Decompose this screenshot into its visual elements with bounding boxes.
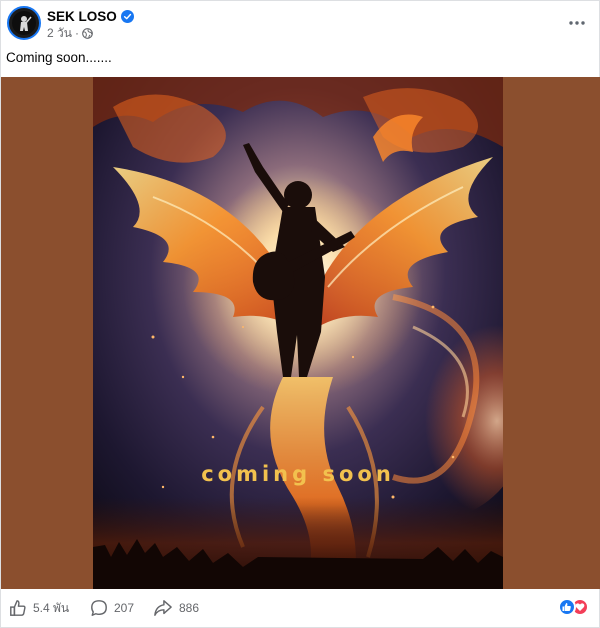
more-options-icon[interactable]	[567, 13, 587, 33]
share-count: 886	[179, 601, 200, 615]
comment-button[interactable]: 207	[90, 598, 134, 618]
reaction-summary[interactable]	[558, 598, 590, 616]
globe-icon[interactable]	[82, 27, 93, 39]
post-text: Coming soon.......	[6, 50, 112, 65]
thumbs-up-icon	[10, 600, 26, 616]
comment-bubble-icon	[91, 600, 107, 616]
post-header: SEK LOSO 2 วัน ·	[1, 1, 600, 45]
like-count: 5.4 พัน	[33, 600, 70, 615]
verified-badge-icon	[120, 9, 134, 23]
poster-title: coming soon	[201, 462, 395, 486]
avatar[interactable]	[7, 6, 41, 40]
author-name[interactable]: SEK LOSO	[47, 9, 117, 24]
post-media[interactable]: coming soon	[1, 77, 600, 589]
facebook-post: SEK LOSO 2 วัน · Coming soon....... comi…	[0, 0, 600, 628]
share-button[interactable]: 886	[153, 598, 199, 618]
post-time[interactable]: 2 วัน	[47, 24, 72, 43]
share-arrow-icon	[154, 600, 172, 616]
comment-count: 207	[114, 601, 135, 615]
avatar-silhouette-icon	[20, 16, 32, 31]
post-meta: 2 วัน ·	[47, 25, 93, 41]
like-button[interactable]: 5.4 พัน	[9, 598, 69, 618]
author-row: SEK LOSO	[47, 7, 134, 25]
poster-image[interactable]: coming soon	[93, 77, 503, 589]
like-reaction-icon	[558, 598, 576, 616]
meta-separator: ·	[74, 26, 79, 40]
engagement-bar: 5.4 พัน 207 886	[1, 589, 600, 628]
